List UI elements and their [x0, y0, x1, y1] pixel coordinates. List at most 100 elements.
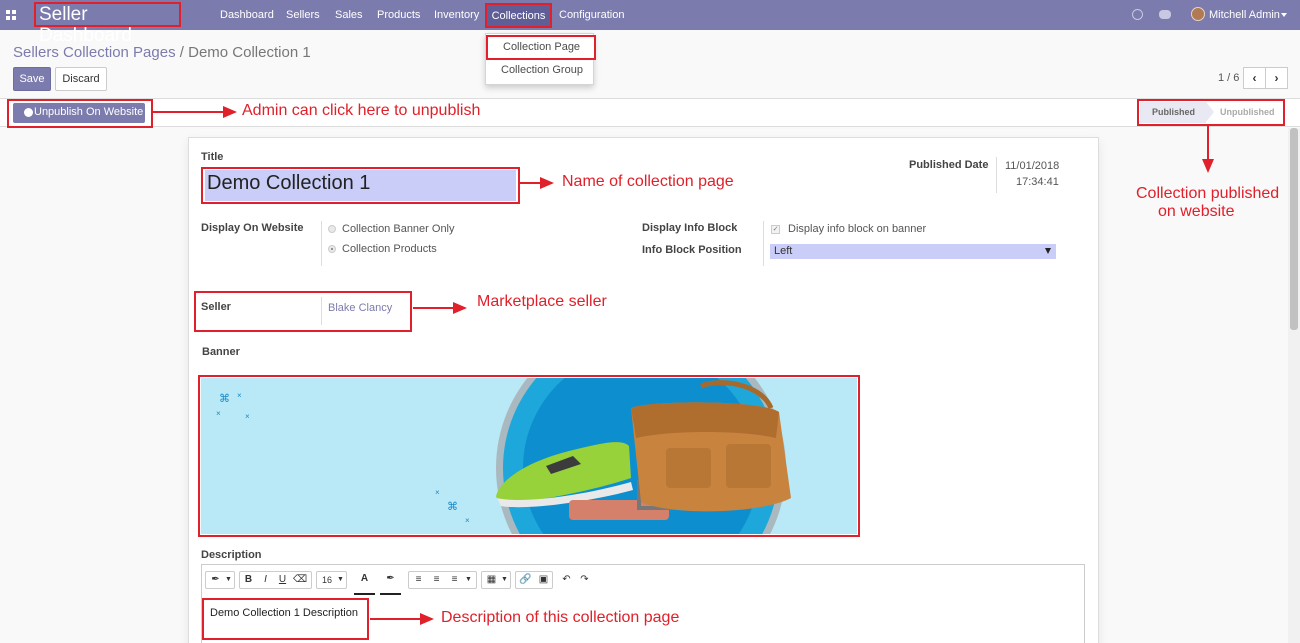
italic-icon[interactable]: I	[259, 573, 272, 587]
font-size-value: 16	[321, 575, 332, 585]
divider	[996, 157, 997, 193]
menu-collections[interactable]: Collections	[485, 3, 552, 28]
pager-value: 1 / 6	[1218, 72, 1240, 84]
published-date-value: 11/01/2018	[1005, 160, 1060, 172]
menu-item-collection-page[interactable]: Collection Page	[486, 35, 596, 60]
apps-menu-icon[interactable]	[6, 8, 20, 22]
info-block-position-select[interactable]: Left	[770, 244, 1056, 259]
chat-icon[interactable]	[1159, 10, 1171, 19]
svg-text:×: ×	[237, 391, 242, 400]
brush-icon: ✒	[386, 573, 395, 584]
menu-sales[interactable]: Sales	[335, 0, 363, 30]
menu-products[interactable]: Products	[377, 0, 420, 30]
insert-group: 🔗 ▣	[515, 571, 553, 589]
avatar[interactable]	[1191, 7, 1205, 21]
title-input[interactable]: Demo Collection 1	[205, 170, 516, 201]
magic-wand-icon: ✒	[211, 574, 220, 585]
ordered-list-icon[interactable]: ≡	[430, 573, 443, 587]
annotation-arrow	[1202, 126, 1214, 173]
description-text[interactable]: Demo Collection 1 Description	[210, 607, 358, 619]
font-color-button[interactable]: A	[354, 571, 375, 589]
annotation-seller: Marketplace seller	[477, 293, 607, 310]
description-highlight	[202, 598, 369, 640]
caret-down-icon: ▼	[501, 576, 508, 583]
annotation-status-line1: Collection published	[1136, 185, 1280, 202]
font-color-icon: A	[360, 573, 369, 584]
menu-item-collection-group[interactable]: Collection Group	[486, 62, 593, 78]
unpublish-button[interactable]: Unpublish On Website	[13, 103, 145, 123]
menu-inventory[interactable]: Inventory	[434, 0, 479, 30]
annotation-arrow	[370, 613, 434, 625]
globe-icon	[24, 108, 33, 117]
divider	[321, 297, 322, 325]
table-dropdown[interactable]: ▦ ▼	[481, 571, 511, 589]
annotation-description: Description of this collection page	[441, 609, 680, 626]
display-info-block-checkbox[interactable]: ✓	[771, 225, 780, 234]
display-info-block-label: Display Info Block	[642, 222, 738, 234]
published-date-label: Published Date	[909, 159, 989, 171]
picture-icon[interactable]: ▣	[537, 573, 550, 587]
title-label: Title	[201, 151, 224, 163]
highlight-color-button[interactable]: ✒	[380, 571, 401, 589]
menu-sellers[interactable]: Sellers	[286, 0, 320, 30]
annotation-unpublish: Admin can click here to unpublish	[242, 102, 481, 119]
discard-button[interactable]: Discard	[55, 67, 107, 91]
menu-configuration[interactable]: Configuration	[559, 0, 624, 30]
radio-collection-products-label[interactable]: Collection Products	[342, 243, 437, 255]
breadcrumb-separator: /	[179, 44, 184, 61]
radio-banner-only[interactable]	[328, 225, 336, 233]
pager-previous-button[interactable]: ‹	[1243, 67, 1266, 89]
top-navbar: Seller Dashboard Dashboard Sellers Sales…	[0, 0, 1300, 46]
font-style-group: B I U ⌫	[239, 571, 312, 589]
scrollbar-thumb[interactable]	[1290, 128, 1298, 330]
display-info-block-text: Display info block on banner	[788, 223, 927, 235]
caret-down-icon	[1045, 248, 1051, 254]
svg-text:×: ×	[465, 516, 470, 525]
radio-collection-products[interactable]	[328, 245, 336, 253]
annotation-arrow	[153, 106, 237, 118]
caret-down-icon: ▼	[225, 576, 232, 583]
underline-icon[interactable]: U	[276, 573, 289, 587]
breadcrumb-parent[interactable]: Sellers Collection Pages	[13, 44, 176, 61]
annotation-arrow	[413, 302, 467, 314]
annotation-title: Name of collection page	[562, 173, 734, 190]
stage-published[interactable]: Published	[1140, 102, 1214, 123]
bold-icon[interactable]: B	[242, 573, 255, 587]
description-label: Description	[201, 549, 262, 561]
redo-icon[interactable]: ↷	[578, 573, 591, 587]
svg-text:⌘: ⌘	[447, 501, 458, 513]
table-icon: ▦	[486, 574, 497, 585]
published-time-value: 17:34:41	[1016, 176, 1059, 188]
banner-label: Banner	[202, 346, 240, 358]
svg-text:×: ×	[245, 412, 250, 421]
breadcrumb: Sellers Collection Pages / Demo Collecti…	[13, 44, 311, 61]
font-color-swatch	[354, 593, 375, 595]
stage-unpublished[interactable]: Unpublished	[1220, 102, 1275, 123]
highlight-color-swatch	[380, 593, 401, 595]
banner-image[interactable]: ⌘ × × × × ⌘ ×	[201, 378, 857, 534]
link-icon[interactable]: 🔗	[519, 573, 532, 587]
svg-text:⌘: ⌘	[219, 393, 230, 405]
radio-banner-only-label[interactable]: Collection Banner Only	[342, 223, 455, 235]
align-icon[interactable]: ≡	[448, 573, 461, 587]
eraser-icon[interactable]: ⌫	[293, 573, 307, 587]
display-on-website-label: Display On Website	[201, 222, 304, 234]
caret-down-icon[interactable]	[1281, 13, 1287, 17]
paragraph-group: ≡ ≡ ≡ ▼	[408, 571, 477, 589]
activity-clock-icon[interactable]	[1132, 9, 1143, 20]
divider	[763, 221, 764, 266]
pager-next-button[interactable]: ›	[1265, 67, 1288, 89]
undo-icon[interactable]: ↶	[560, 573, 573, 587]
brand-title[interactable]: Seller Dashboard	[34, 2, 181, 46]
style-dropdown[interactable]: ✒ ▼	[205, 571, 235, 589]
menu-dashboard[interactable]: Dashboard	[220, 0, 274, 30]
unordered-list-icon[interactable]: ≡	[412, 573, 425, 587]
annotation-status-line2: on website	[1158, 203, 1235, 220]
font-size-dropdown[interactable]: 16 ▼	[316, 571, 347, 589]
user-menu[interactable]: Mitchell Admin	[1209, 0, 1280, 30]
unpublish-label: Unpublish On Website	[34, 106, 144, 118]
seller-value[interactable]: Blake Clancy	[328, 302, 392, 314]
save-button[interactable]: Save	[13, 67, 51, 91]
info-block-position-value: Left	[774, 245, 793, 257]
caret-down-icon: ▼	[337, 576, 344, 583]
